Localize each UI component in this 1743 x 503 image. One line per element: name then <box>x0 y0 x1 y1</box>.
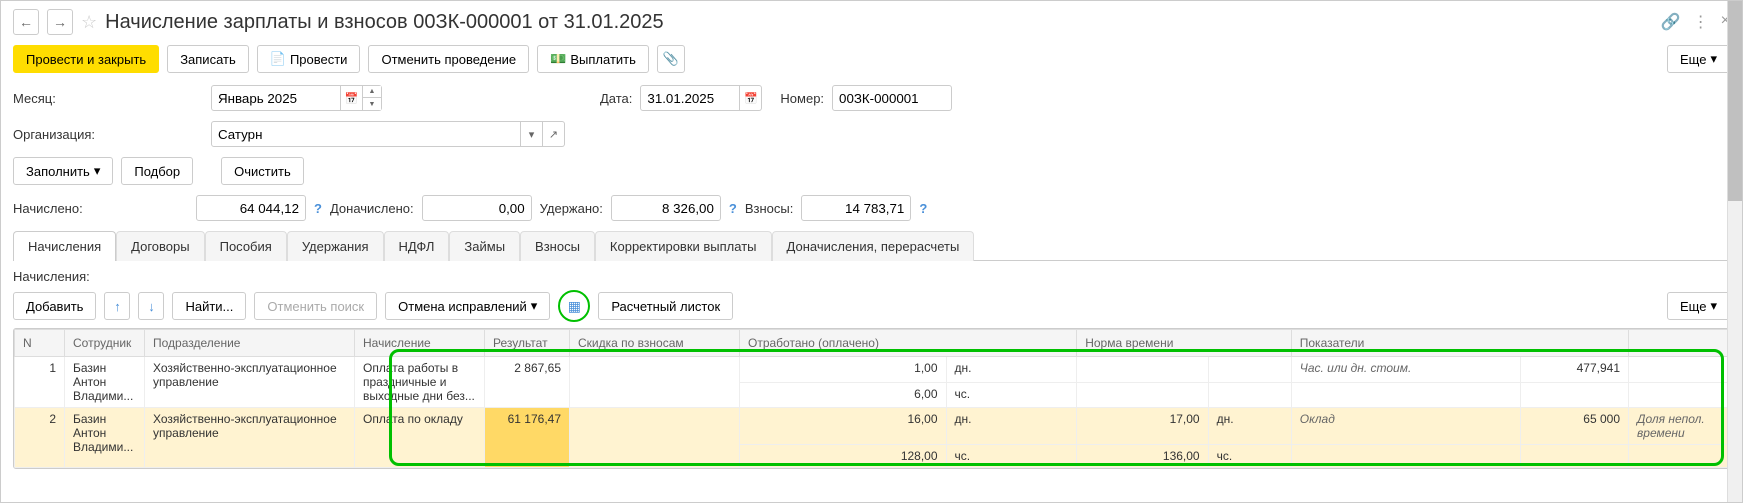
col-result[interactable]: Результат <box>485 330 570 357</box>
pay-button[interactable]: 💵Выплатить <box>537 45 649 73</box>
select-button[interactable]: Подбор <box>121 157 193 185</box>
highlighted-tool-button[interactable]: ▦ <box>558 290 590 322</box>
pay-icon: 💵 <box>550 51 566 67</box>
org-label: Организация: <box>13 127 203 142</box>
cancel-post-button[interactable]: Отменить проведение <box>368 45 529 73</box>
fill-button[interactable]: Заполнить ▾ <box>13 157 113 185</box>
cancel-fix-button[interactable]: Отмена исправлений ▾ <box>385 292 550 320</box>
col-n[interactable]: N <box>15 330 65 357</box>
org-input[interactable] <box>211 121 521 147</box>
withheld-label: Удержано: <box>540 201 603 216</box>
vertical-scrollbar[interactable] <box>1727 1 1742 502</box>
back-button[interactable]: ← <box>13 9 39 35</box>
accrued-value[interactable] <box>196 195 306 221</box>
accrued-label: Начислено: <box>13 201 188 216</box>
save-button[interactable]: Записать <box>167 45 249 73</box>
tab-corrections[interactable]: Корректировки выплаты <box>595 231 772 261</box>
arrow-up-icon: ↑ <box>114 299 121 314</box>
accruals-table: N Сотрудник Подразделение Начисление Рез… <box>14 329 1729 468</box>
col-employee[interactable]: Сотрудник <box>65 330 145 357</box>
contrib-value[interactable] <box>801 195 911 221</box>
move-down-button[interactable]: ↓ <box>138 292 164 320</box>
help-icon[interactable]: ? <box>314 201 322 216</box>
sub-label: Начисления: <box>13 269 1730 284</box>
col-indicators[interactable]: Показатели <box>1291 330 1628 357</box>
col-accrual[interactable]: Начисление <box>355 330 485 357</box>
table-more-button[interactable]: Еще ▾ <box>1667 292 1730 320</box>
post-icon: 📄 <box>270 51 286 67</box>
scrollbar-thumb[interactable] <box>1728 1 1742 201</box>
date-input[interactable] <box>640 85 740 111</box>
attach-button[interactable]: 📎 <box>657 45 685 73</box>
col-norm[interactable]: Норма времени <box>1077 330 1292 357</box>
kebab-icon[interactable]: ⋮ <box>1693 12 1709 32</box>
clear-button[interactable]: Очистить <box>221 157 304 185</box>
dropdown-icon: ▾ <box>1710 51 1717 67</box>
month-label: Месяц: <box>13 91 203 106</box>
number-label: Номер: <box>780 91 824 106</box>
arrow-down-icon: ↓ <box>148 299 155 314</box>
dropdown-icon: ▾ <box>1710 298 1717 314</box>
table-row[interactable]: 1 Базин Антон Владими... Хозяйственно-эк… <box>15 357 1729 383</box>
tabs: Начисления Договоры Пособия Удержания НД… <box>13 231 1730 261</box>
date-label: Дата: <box>600 91 632 106</box>
more-button[interactable]: Еще ▾ <box>1667 45 1730 73</box>
help-icon[interactable]: ? <box>919 201 927 216</box>
cancel-find-button: Отменить поиск <box>254 292 377 320</box>
favorite-icon[interactable]: ☆ <box>81 12 97 33</box>
forward-button[interactable]: → <box>47 9 73 35</box>
link-icon[interactable]: 🔗 <box>1661 12 1681 32</box>
table-icon: ▦ <box>568 298 581 315</box>
month-up[interactable]: ▲ <box>363 86 381 98</box>
date-calendar-icon[interactable]: 📅 <box>740 85 762 111</box>
col-discount[interactable]: Скидка по взносам <box>570 330 740 357</box>
calendar-icon[interactable]: 📅 <box>341 85 363 111</box>
move-up-button[interactable]: ↑ <box>104 292 130 320</box>
tab-ndfl[interactable]: НДФЛ <box>384 231 450 261</box>
month-input[interactable] <box>211 85 341 111</box>
add-button[interactable]: Добавить <box>13 292 96 320</box>
dropdown-icon: ▾ <box>531 298 538 314</box>
tab-benefits[interactable]: Пособия <box>205 231 287 261</box>
extra-value[interactable] <box>422 195 532 221</box>
withheld-value[interactable] <box>611 195 721 221</box>
post-button[interactable]: 📄Провести <box>257 45 361 73</box>
post-and-close-button[interactable]: Провести и закрыть <box>13 45 159 73</box>
find-button[interactable]: Найти... <box>172 292 246 320</box>
payslip-button[interactable]: Расчетный листок <box>598 292 733 320</box>
month-down[interactable]: ▼ <box>363 98 381 110</box>
tab-contributions[interactable]: Взносы <box>520 231 595 261</box>
org-open-icon[interactable]: ↗ <box>543 121 565 147</box>
help-icon[interactable]: ? <box>729 201 737 216</box>
page-title: Начисление зарплаты и взносов 00ЗК-00000… <box>105 11 664 34</box>
dropdown-icon: ▾ <box>94 163 101 179</box>
tab-accruals[interactable]: Начисления <box>13 231 116 261</box>
col-department[interactable]: Подразделение <box>145 330 355 357</box>
tab-loans[interactable]: Займы <box>449 231 520 261</box>
org-dropdown-icon[interactable]: ▾ <box>521 121 543 147</box>
tab-recalc[interactable]: Доначисления, перерасчеты <box>772 231 975 261</box>
col-worked[interactable]: Отработано (оплачено) <box>740 330 1077 357</box>
col-extra[interactable] <box>1629 330 1729 357</box>
table-row-selected[interactable]: 2 Базин Антон Владими... Хозяйственно-эк… <box>15 408 1729 445</box>
contrib-label: Взносы: <box>745 201 794 216</box>
tab-deductions[interactable]: Удержания <box>287 231 384 261</box>
clip-icon: 📎 <box>663 51 679 67</box>
extra-label: Доначислено: <box>330 201 414 216</box>
tab-contracts[interactable]: Договоры <box>116 231 204 261</box>
number-input[interactable] <box>832 85 952 111</box>
